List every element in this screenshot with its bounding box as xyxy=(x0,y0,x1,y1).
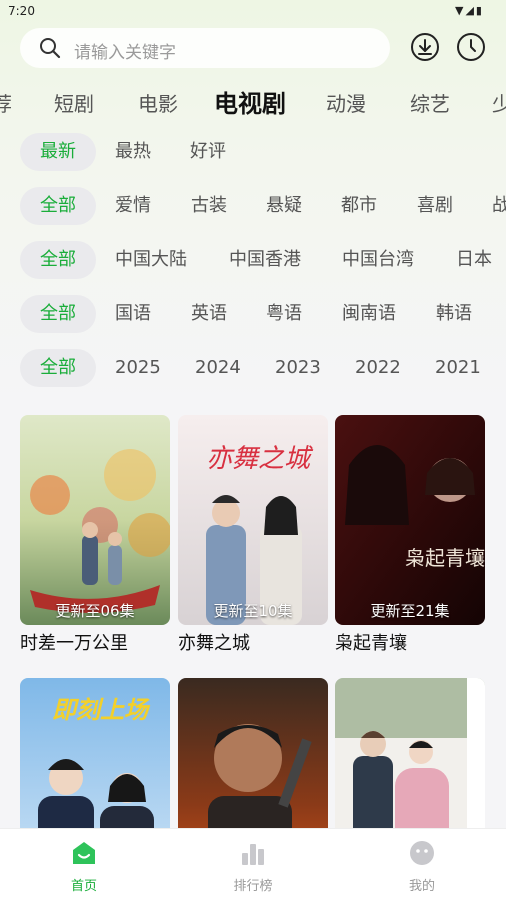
tab-anime[interactable]: 动漫 xyxy=(326,88,366,117)
chip-language-minnan[interactable]: 闽南语 xyxy=(342,295,396,333)
home-icon xyxy=(73,842,95,864)
chip-year-2022[interactable]: 2022 xyxy=(355,349,401,387)
poster-image: 亦舞之城 xyxy=(178,415,328,625)
chip-region-mainland[interactable]: 中国大陆 xyxy=(115,241,187,279)
chip-language-all[interactable]: 全部 xyxy=(20,295,96,333)
status-bar: 7:20 ▼◢▮ xyxy=(0,0,506,22)
chip-region-japan[interactable]: 日本 xyxy=(456,241,492,279)
filter-row-language: 全部 国语 英语 粤语 闽南语 韩语 xyxy=(0,295,506,335)
filter-row-region: 全部 中国大陆 中国香港 中国台湾 日本 xyxy=(0,241,506,281)
poster-image xyxy=(20,415,170,625)
chip-genre-all[interactable]: 全部 xyxy=(20,187,96,225)
chip-language-mandarin[interactable]: 国语 xyxy=(115,295,151,333)
video-title[interactable]: 时差一万公里 xyxy=(20,629,170,655)
chip-sort-latest[interactable]: 最新 xyxy=(20,133,96,171)
nav-home[interactable]: 首页 xyxy=(34,839,134,894)
chip-year-2025[interactable]: 2025 xyxy=(115,349,161,387)
tab-variety[interactable]: 综艺 xyxy=(410,88,450,117)
nav-home-label: 首页 xyxy=(70,879,97,894)
video-poster[interactable]: 更新至06集 xyxy=(20,415,170,625)
filter-row-genre: 全部 爱情 古装 悬疑 都市 喜剧 战 xyxy=(0,187,506,227)
chip-year-all[interactable]: 全部 xyxy=(20,349,96,387)
chip-region-taiwan[interactable]: 中国台湾 xyxy=(342,241,414,279)
video-title[interactable]: 亦舞之城 xyxy=(178,629,328,655)
video-card[interactable]: 枭起青壤 更新至21集 枭起青壤 xyxy=(335,415,485,655)
history-clock-icon[interactable] xyxy=(456,32,486,62)
tab-movie[interactable]: 电影 xyxy=(138,88,178,117)
chip-year-2024[interactable]: 2024 xyxy=(195,349,241,387)
video-poster[interactable]: 亦舞之城 更新至10集 xyxy=(178,415,328,625)
chip-genre-war[interactable]: 战 xyxy=(492,187,506,225)
search-icon xyxy=(40,38,61,59)
svg-text:即刻上场: 即刻上场 xyxy=(52,695,151,724)
svg-text:枭起青壤: 枭起青壤 xyxy=(405,546,485,570)
chip-language-korean[interactable]: 韩语 xyxy=(436,295,472,333)
chip-year-2023[interactable]: 2023 xyxy=(275,349,321,387)
nav-profile-label: 我的 xyxy=(408,879,435,894)
chip-sort-hot[interactable]: 最热 xyxy=(115,133,151,171)
filter-row-year: 全部 2025 2024 2023 2022 2021 xyxy=(0,349,506,389)
status-icons: ▼◢▮ xyxy=(455,4,484,17)
video-card[interactable]: 亦舞之城 更新至10集 亦舞之城 xyxy=(178,415,328,655)
chip-language-english[interactable]: 英语 xyxy=(191,295,227,333)
chip-region-all[interactable]: 全部 xyxy=(20,241,96,279)
svg-text:亦舞之城: 亦舞之城 xyxy=(206,444,314,474)
episode-badge: 更新至06集 xyxy=(55,602,135,620)
profile-icon xyxy=(410,841,434,865)
chip-genre-comedy[interactable]: 喜剧 xyxy=(417,187,453,225)
filter-row-sort: 最新 最热 好评 xyxy=(0,133,506,173)
chip-sort-rating[interactable]: 好评 xyxy=(190,133,226,171)
episode-badge: 更新至10集 xyxy=(213,602,293,620)
video-card[interactable]: 更新至06集 时差一万公里 xyxy=(20,415,170,655)
chip-region-hongkong[interactable]: 中国香港 xyxy=(229,241,301,279)
video-poster[interactable]: 枭起青壤 更新至21集 xyxy=(335,415,485,625)
video-title[interactable]: 枭起青壤 xyxy=(335,629,485,655)
download-icon[interactable] xyxy=(410,32,440,62)
status-time: 7:20 xyxy=(8,4,35,18)
chip-language-cantonese[interactable]: 粤语 xyxy=(266,295,302,333)
tab-recommend[interactable]: 荐 xyxy=(0,88,12,117)
chip-genre-costume[interactable]: 古装 xyxy=(191,187,227,225)
tab-tv-series[interactable]: 电视剧 xyxy=(214,84,286,119)
tab-kids[interactable]: 少 xyxy=(492,88,506,117)
chip-genre-urban[interactable]: 都市 xyxy=(341,187,377,225)
nav-profile[interactable]: 我的 xyxy=(372,839,472,894)
ranking-icon xyxy=(242,844,264,865)
tab-short-drama[interactable]: 短剧 xyxy=(54,88,94,117)
nav-ranking-label: 排行榜 xyxy=(233,879,273,894)
search-placeholder: 请输入关键字 xyxy=(74,43,176,63)
episode-badge: 更新至21集 xyxy=(370,602,450,620)
poster-image: 枭起青壤 xyxy=(335,415,485,625)
nav-ranking[interactable]: 排行榜 xyxy=(203,839,303,894)
category-tabs: 荐 短剧 电影 电视剧 动漫 综艺 少 xyxy=(0,80,506,120)
bottom-navigation: 首页 排行榜 我的 xyxy=(0,828,506,901)
chip-genre-romance[interactable]: 爱情 xyxy=(115,187,151,225)
chip-year-2021[interactable]: 2021 xyxy=(435,349,481,387)
search-input[interactable]: 请输入关键字 xyxy=(20,28,390,68)
chip-genre-mystery[interactable]: 悬疑 xyxy=(266,187,302,225)
